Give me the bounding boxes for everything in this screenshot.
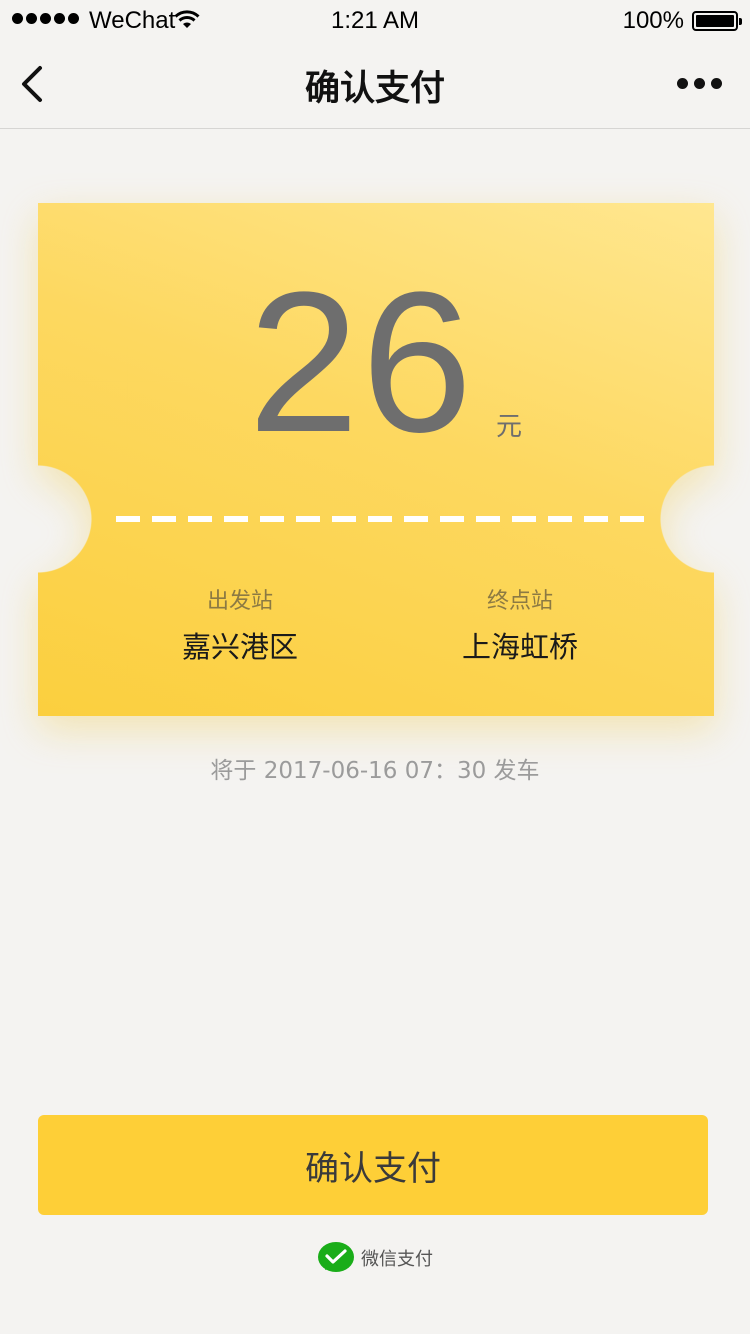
navigation-bar: 确认支付	[0, 40, 750, 129]
wechat-pay-icon	[318, 1242, 354, 1272]
status-bar: WeChat 1:21 AM 100%	[0, 0, 750, 40]
currency-unit: 元	[496, 412, 523, 442]
ticket-divider	[116, 516, 644, 522]
ticket-card: 26 元 出发站 嘉兴港区 终点站 上海虹桥	[38, 203, 714, 716]
departure-station-label: 出发站	[206, 589, 273, 614]
confirm-payment-button[interactable]: 确认支付	[38, 1115, 708, 1215]
departure-station: 出发站 嘉兴港区	[140, 583, 340, 666]
destination-station: 终点站 上海虹桥	[420, 583, 620, 666]
battery-percentage: 100%	[622, 7, 684, 34]
departure-time: 将于 2017-06-16 07：30 发车	[210, 758, 540, 784]
page-title: 确认支付	[304, 69, 445, 109]
ticket-price: 26	[248, 251, 475, 474]
battery-icon	[692, 11, 742, 31]
payment-method-label: 微信支付	[361, 1249, 433, 1270]
departure-station-name: 嘉兴港区	[181, 630, 298, 664]
payment-method: 微信支付	[0, 1241, 750, 1275]
destination-station-name: 上海虹桥	[461, 630, 578, 664]
more-options-icon[interactable]	[677, 78, 722, 89]
destination-station-label: 终点站	[486, 589, 553, 614]
